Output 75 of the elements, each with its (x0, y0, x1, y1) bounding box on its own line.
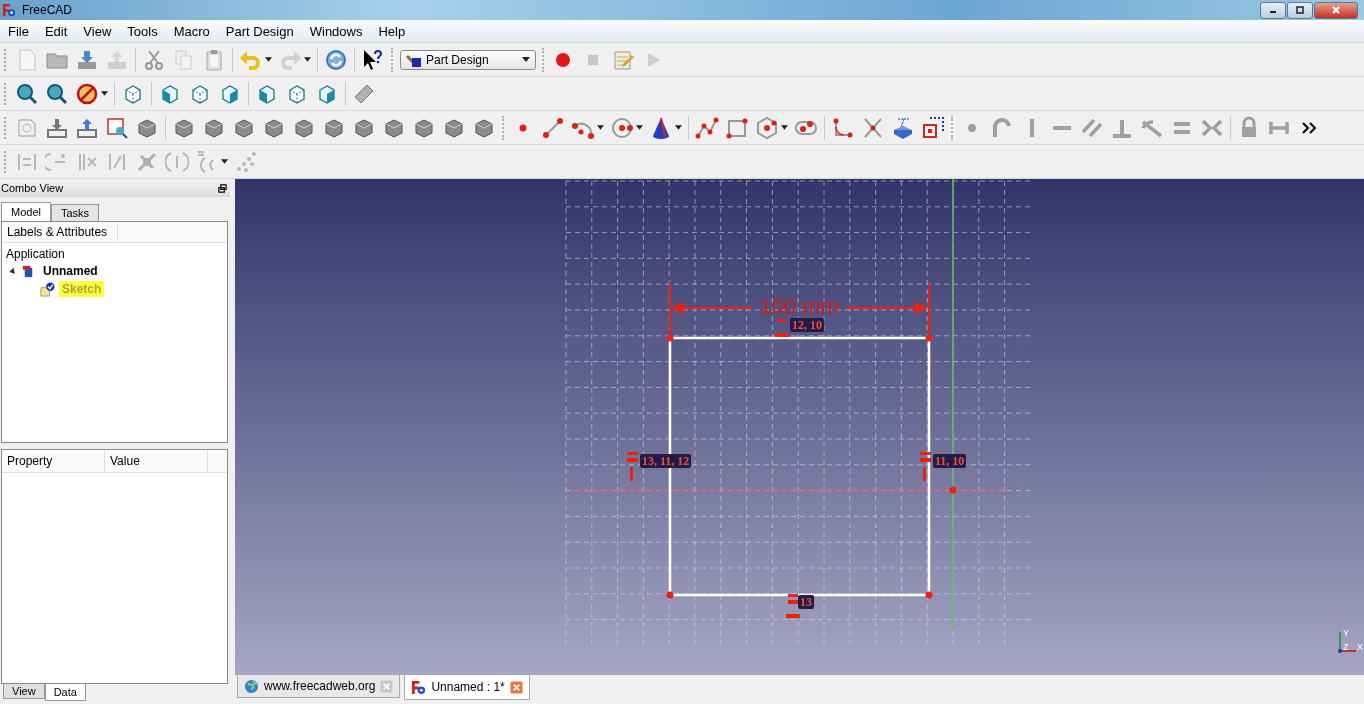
float-panel-icon[interactable] (218, 183, 227, 193)
caret-icon[interactable] (636, 125, 643, 130)
origin-point (949, 486, 957, 494)
constraint-marker (627, 452, 638, 481)
menu-item[interactable]: Tools (119, 23, 166, 39)
refresh-icon[interactable] (324, 47, 348, 72)
hexagon-icon[interactable] (755, 115, 779, 140)
column-header: Value (105, 450, 208, 472)
caret-icon[interactable] (304, 57, 311, 62)
menu-item[interactable]: File (0, 23, 37, 39)
zoom-selection-icon[interactable] (45, 81, 69, 106)
menu-item[interactable]: Help (370, 23, 414, 39)
constraint-label: 11, 10 (933, 454, 967, 468)
column-header: Property (2, 450, 105, 472)
external-geometry-icon[interactable] (891, 115, 915, 140)
axis-label: Y (1343, 628, 1349, 638)
caret-icon[interactable] (781, 125, 788, 130)
axis-cross-icon (1338, 631, 1357, 653)
curve-icon[interactable] (990, 115, 1014, 140)
workbench-dropdown[interactable]: Part Design (400, 49, 536, 70)
axis-label: Z (1343, 642, 1349, 652)
polyline-icon[interactable] (695, 115, 719, 140)
menu-item[interactable]: Part Design (217, 23, 302, 39)
caret-icon[interactable] (265, 57, 272, 62)
caret-icon[interactable] (221, 159, 228, 164)
vertex-point[interactable] (925, 591, 933, 599)
constraint-marker (920, 452, 931, 481)
sketch-map-icon[interactable] (105, 115, 129, 140)
dimension-arrow[interactable] (669, 281, 930, 339)
dots-icon[interactable] (234, 149, 258, 174)
panel-tab[interactable]: Data (44, 684, 86, 701)
maximize-icon (1295, 5, 1305, 15)
window-title: FreeCAD (22, 3, 72, 17)
menu-item[interactable]: Macro (165, 23, 218, 39)
no-draw-icon[interactable] (75, 81, 99, 106)
axis-label: X (1357, 642, 1363, 652)
vertex-point[interactable] (925, 334, 933, 342)
tree-root: Application (5, 246, 66, 262)
caret-icon[interactable] (597, 125, 604, 130)
panel-tab[interactable]: Tasks (50, 204, 100, 221)
document-tab[interactable]: Unnamed : 1* (404, 675, 530, 700)
minimize-button[interactable] (1260, 1, 1286, 19)
menu-item[interactable]: View (75, 23, 120, 39)
tree-item[interactable]: Unnamed (40, 263, 101, 279)
dashed-square-icon[interactable] (921, 115, 945, 140)
constraint-label: 12, 10 (790, 318, 824, 332)
line-icon[interactable] (541, 115, 565, 140)
app-logo-icon (2, 3, 16, 17)
menu-item[interactable]: Windows (301, 23, 371, 39)
whats-this-icon[interactable] (361, 47, 385, 72)
caret-icon (522, 57, 530, 62)
sketch-check-icon (40, 281, 55, 297)
3d-viewport[interactable]: 100 mm Y Z X 12, 10 13, 11, 12 11, 10 13 (235, 179, 1364, 675)
panel-tab[interactable]: Model (1, 202, 51, 221)
constraint-marker (786, 594, 800, 618)
constraint-label: 13, 11, 12 (640, 454, 692, 468)
panel-title: Combo View (1, 182, 64, 194)
constraint-label: 13 (798, 595, 814, 609)
app-logo-icon (411, 679, 427, 695)
close-icon (1331, 5, 1341, 15)
menu-item[interactable]: Edit (36, 23, 76, 39)
close-tab-icon[interactable] (509, 680, 523, 694)
column-header: Labels & Attributes (2, 222, 118, 242)
caret-icon[interactable] (101, 91, 108, 96)
maximize-button[interactable] (1287, 1, 1313, 19)
zoom-fit-icon[interactable] (15, 81, 39, 106)
document-tab[interactable]: www.freecadweb.org (237, 675, 401, 698)
circle-icon[interactable] (610, 115, 634, 140)
close-button[interactable] (1314, 1, 1358, 19)
vertex-point[interactable] (666, 334, 674, 342)
vertex-point[interactable] (666, 591, 674, 599)
constraint-marker (775, 319, 789, 337)
caret-icon[interactable] (675, 125, 682, 130)
globe-icon (244, 678, 259, 694)
panel-tab[interactable]: View (3, 684, 45, 699)
